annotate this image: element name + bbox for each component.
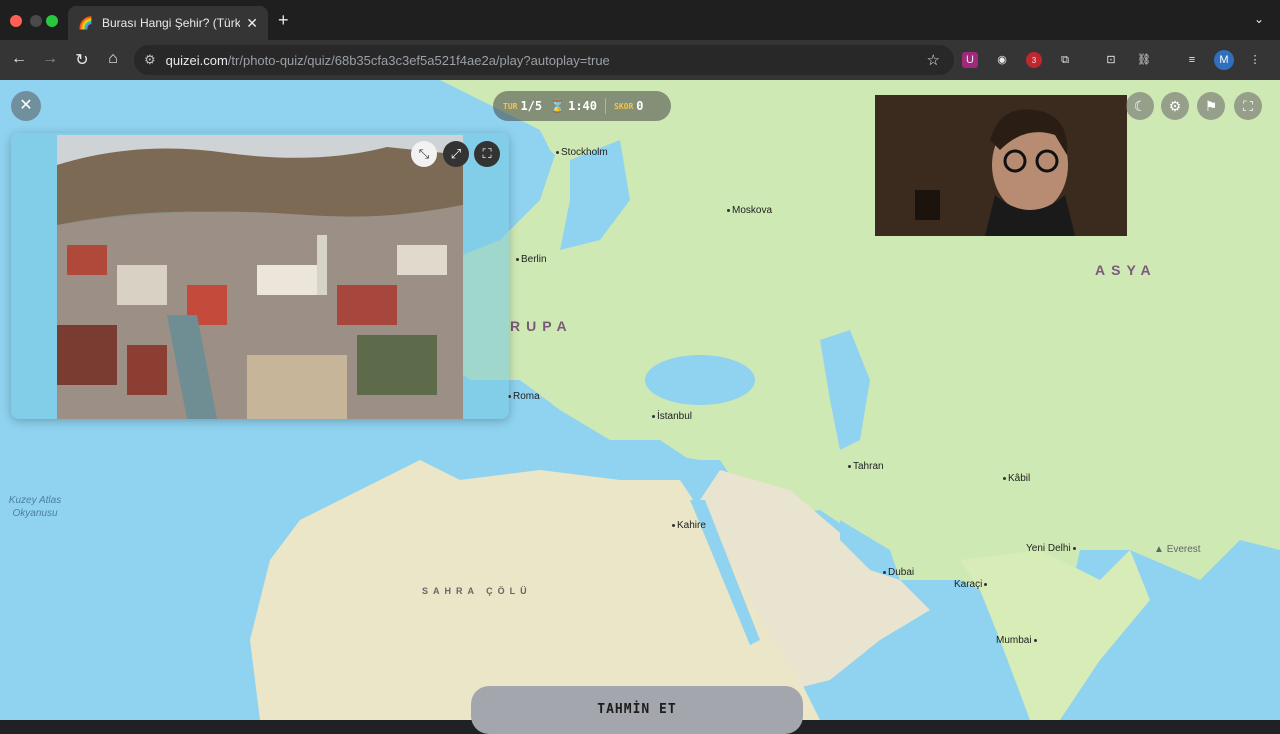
city-photo [57, 135, 463, 419]
round-label: TUR [503, 101, 518, 111]
new-tab-button[interactable]: + [278, 10, 289, 31]
minimize-window-button[interactable] [30, 15, 42, 27]
hud-divider [605, 98, 606, 114]
city-label[interactable]: Yeni Delhi [1026, 543, 1078, 554]
ublock-extension-icon[interactable]: U [962, 52, 978, 68]
site-favicon-icon: 🌈 [78, 16, 93, 30]
city-name: İstanbul [657, 411, 693, 422]
score-label: SKOR [614, 101, 634, 111]
tab-search-chevron-icon[interactable]: ⌄ [1254, 12, 1264, 26]
extension-badge: 3 [1031, 56, 1037, 65]
city-name: Karaçi [954, 579, 983, 590]
city-label[interactable]: Karaçi [954, 579, 989, 590]
city-name: Tahran [853, 461, 884, 472]
city-label[interactable]: Kahire [672, 520, 706, 531]
city-label[interactable]: Kâbil [1003, 473, 1030, 484]
quiz-hud: TUR 1/5 ⌛ 1:40 SKOR 0 [493, 91, 671, 121]
extension-with-badge-icon[interactable]: 3 [1026, 52, 1042, 68]
address-bar[interactable]: ⚙ quizei.com/tr/photo-quiz/quiz/68b35cfa… [134, 45, 954, 75]
city-label[interactable]: Stockholm [556, 147, 608, 158]
site-info-icon[interactable]: ⚙ [144, 52, 156, 68]
city-label[interactable]: Roma [508, 391, 540, 402]
fullscreen-button[interactable]: ⛶ [1234, 92, 1262, 120]
city-label[interactable]: Mumbai [996, 635, 1039, 646]
city-name: Moskova [732, 205, 773, 216]
city-name: Roma [513, 391, 540, 402]
expand-photo-button[interactable]: ⤢ [443, 141, 469, 167]
city-name: Mumbai [996, 635, 1032, 646]
moon-icon: ☾ [1133, 98, 1147, 114]
back-button[interactable]: ← [9, 50, 29, 68]
collapse-photo-button[interactable]: ⤡ [411, 141, 437, 167]
home-button[interactable]: ⌂ [103, 50, 123, 68]
flag-icon: ⚑ [1204, 98, 1218, 114]
close-icon: ✕ [19, 97, 33, 114]
profile-avatar[interactable]: M [1214, 50, 1234, 70]
tab-close-icon[interactable]: ✕ [246, 15, 258, 32]
guess-button[interactable]: TAHMİN ET [471, 686, 803, 734]
mountain-label[interactable]: ▲ Everest [1154, 544, 1201, 555]
city-label[interactable]: Moskova [727, 205, 772, 216]
ocean-label: Kuzey Atlas Okyanusu [8, 495, 62, 519]
close-window-button[interactable] [10, 15, 22, 27]
round-value: 1/5 [520, 99, 543, 113]
hourglass-icon: ⌛ [550, 99, 566, 113]
region-label-europe: RUPA [510, 318, 573, 334]
city-label[interactable]: Dubai [883, 567, 914, 578]
reload-button[interactable]: ↻ [72, 50, 92, 70]
browser-toolbar: ← → ↻ ⌂ ⚙ quizei.com/tr/photo-quiz/quiz/… [0, 40, 1280, 80]
theme-toggle-button[interactable]: ☾ [1126, 92, 1154, 120]
tab-title: Burası Hangi Şehir? (Türkiye) [102, 16, 241, 30]
url-path: /tr/photo-quiz/quiz/68b35cfa3c3ef5a521f4… [227, 52, 610, 68]
city-name: Berlin [521, 254, 547, 265]
webcam-overlay [875, 95, 1127, 236]
report-button[interactable]: ⚑ [1197, 92, 1225, 120]
city-name: Dubai [888, 567, 915, 578]
fullscreen-icon: ⛶ [1243, 98, 1253, 114]
mountain-name: Everest [1166, 544, 1201, 555]
fullscreen-photo-button[interactable]: ⛶ [474, 141, 500, 167]
score-value: 0 [636, 99, 644, 113]
settings-button[interactable]: ⚙ [1161, 92, 1189, 120]
close-quiz-button[interactable]: ✕ [11, 91, 41, 121]
city-name: Stockholm [561, 147, 608, 158]
screenshot-icon[interactable]: ⊡ [1103, 52, 1119, 68]
zoom-window-button[interactable] [46, 15, 58, 27]
gear-icon: ⚙ [1168, 98, 1182, 114]
browser-tab-active[interactable]: 🌈 Burası Hangi Şehir? (Türkiye) ✕ [68, 6, 268, 40]
bookmark-star-icon[interactable]: ☆ [927, 51, 940, 69]
media-controls-icon[interactable]: ≡ [1184, 52, 1200, 68]
city-label[interactable]: Tahran [848, 461, 884, 472]
url-host: quizei.com [165, 52, 228, 68]
camera-extension-icon[interactable]: ◉ [994, 52, 1010, 68]
tab-strip: 🌈 Burası Hangi Şehir? (Türkiye) ✕ + ⌄ [0, 0, 1280, 40]
expand-icon: ⤢ [450, 146, 462, 161]
city-name: Kahire [677, 520, 706, 531]
quiz-photo-panel[interactable] [11, 133, 509, 419]
forward-button[interactable]: → [40, 50, 60, 68]
city-label[interactable]: İstanbul [652, 411, 692, 422]
city-name: Kâbil [1008, 473, 1031, 484]
region-label-asia: ASYA [1095, 262, 1157, 278]
link-icon[interactable]: ⛓ [1136, 52, 1152, 68]
timer-value: 1:40 [568, 99, 597, 113]
extensions-puzzle-icon[interactable]: ⧉ [1057, 52, 1073, 68]
collapse-icon: ⤡ [418, 146, 430, 161]
fullscreen-icon: ⛶ [482, 146, 492, 161]
browser-menu-icon[interactable]: ⋮ [1247, 52, 1263, 68]
city-label[interactable]: Berlin [516, 254, 547, 265]
mountain-icon: ▲ [1154, 544, 1164, 555]
city-name: Yeni Delhi [1026, 543, 1071, 554]
desert-label: SAHRA ÇÖLÜ [422, 586, 532, 596]
